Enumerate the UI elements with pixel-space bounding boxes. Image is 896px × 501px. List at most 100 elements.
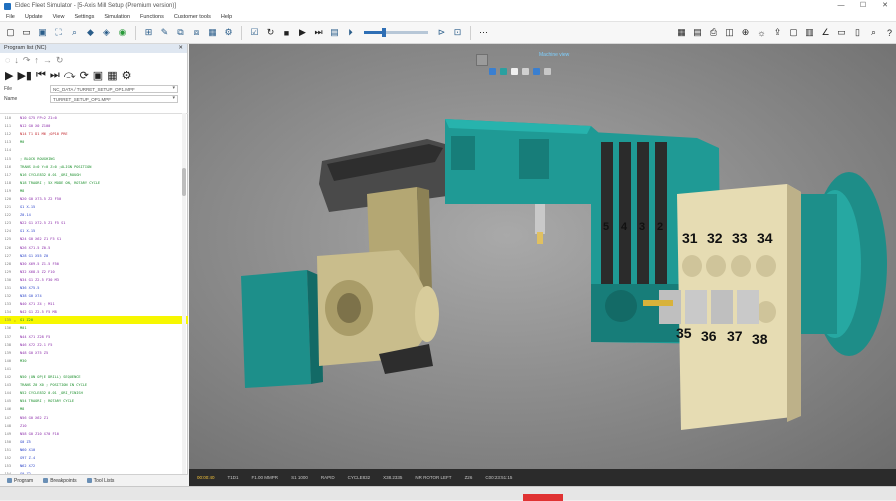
speed-slider-handle[interactable]: [382, 28, 387, 37]
code-line[interactable]: 132 N38 G0 X74: [0, 292, 188, 300]
code-line[interactable]: 151 N60 X10: [0, 446, 188, 454]
code-line[interactable]: 145 N54 TRAORI ; ROTARY CYCLE: [0, 397, 188, 405]
open-folder-icon[interactable]: ▭: [20, 26, 33, 39]
menu-settings[interactable]: Settings: [74, 14, 94, 20]
settings-icon[interactable]: ⚙: [222, 26, 235, 39]
code-line[interactable]: 134 N42 G1 Z2.5 F5 M8: [0, 308, 188, 316]
code-line[interactable]: 135 ▸ G1 Z20: [0, 316, 188, 325]
code-line[interactable]: 143 TRANS Z0 X0 ; POSITION IN CYCLE: [0, 381, 188, 389]
code-line[interactable]: 142 N50 (ON OP)E DRILL) SEQUENCE: [0, 373, 188, 381]
view-wire-icon[interactable]: [544, 68, 551, 75]
run-program-icon[interactable]: ▶: [5, 69, 13, 82]
code-line[interactable]: 115 ; BLOCK ROUGHING: [0, 154, 188, 162]
tab-program[interactable]: Program: [4, 478, 36, 484]
code-line[interactable]: 141: [0, 365, 188, 373]
file-select[interactable]: NC_DATA / TURRET_SETUP_OP1.MPF: [50, 85, 178, 93]
measure-icon[interactable]: ⊞: [142, 26, 155, 39]
code-line[interactable]: 126 N26 X71.5 Z0.5: [0, 244, 188, 252]
run-to-icon[interactable]: →: [43, 55, 52, 65]
paste-icon[interactable]: ⧈: [190, 26, 203, 39]
edit-icon[interactable]: ✎: [158, 26, 171, 39]
upload-icon[interactable]: ⇪: [771, 26, 784, 39]
nc-code-editor[interactable]: 110 N10 G75 FP=2 Z1=0 111 N12 G0 X0 Z100 112…: [0, 113, 188, 474]
code-line[interactable]: 111 N12 G0 X0 Z100: [0, 122, 188, 130]
sun-icon[interactable]: ☼: [755, 26, 768, 39]
menu-customer-tools[interactable]: Customer tools: [174, 14, 211, 20]
machine-icon[interactable]: ◆: [84, 26, 97, 39]
code-line[interactable]: 128 N30 X69.5 Z1.5 F50: [0, 260, 188, 268]
code-line[interactable]: 113 M0: [0, 138, 188, 146]
step-forward-icon[interactable]: ⏭: [312, 26, 325, 39]
code-line[interactable]: 146 M8: [0, 405, 188, 413]
code-line[interactable]: 149 N58 G0 Z10 X70 F10: [0, 430, 188, 438]
code-line[interactable]: 129 N32 X68.5 Z2 F10: [0, 268, 188, 276]
tab-breakpoints[interactable]: Breakpoints: [40, 478, 79, 484]
tool-icon[interactable]: ◈: [100, 26, 113, 39]
camera-icon[interactable]: ◫: [723, 26, 736, 39]
code-line[interactable]: 110 N10 G75 FP=2 Z1=0: [0, 114, 188, 122]
calculator-icon[interactable]: ▦: [206, 26, 219, 39]
options-icon[interactable]: ⚙: [122, 69, 132, 82]
menu-simulation[interactable]: Simulation: [104, 14, 130, 20]
code-line[interactable]: 123 N22 G1 X72.5 Z1 F5 S1: [0, 219, 188, 227]
code-line[interactable]: 117 N16 CYCLE832 0.01 _ORI_ROUGH: [0, 171, 188, 179]
code-line[interactable]: 138 N46 X72 Z2.1 F5: [0, 341, 188, 349]
code-line[interactable]: 140 M30: [0, 357, 188, 365]
close-panel-icon[interactable]: ✕: [178, 44, 183, 53]
minimize-button[interactable]: —: [830, 0, 852, 12]
code-line[interactable]: 116 TRANS X=0 Y=0 Z=0 ;ALIGN POSITION: [0, 163, 188, 171]
machine-scene[interactable]: 5 4 3 2 31 32 33 34 35 36 37 38: [189, 44, 896, 469]
search-icon[interactable]: ⌕: [867, 26, 880, 39]
code-line[interactable]: 133 N40 X71 Z4 ; M11: [0, 300, 188, 308]
close-window-button[interactable]: ✕: [874, 0, 896, 12]
view-cube-icon[interactable]: [476, 54, 488, 66]
layout-icon[interactable]: ▤: [691, 26, 704, 39]
code-line[interactable]: 148 Z10: [0, 422, 188, 430]
stop-icon[interactable]: ■: [280, 26, 293, 39]
window-icon[interactable]: ▢: [787, 26, 800, 39]
view-front-icon[interactable]: [489, 68, 496, 75]
target-icon[interactable]: ⊕: [739, 26, 752, 39]
speed-lock-icon[interactable]: ⊡: [451, 26, 464, 39]
angle-icon[interactable]: ∠: [819, 26, 832, 39]
code-line[interactable]: 120 N20 G0 X73.5 Z2 F50: [0, 195, 188, 203]
menu-help[interactable]: Help: [221, 14, 232, 20]
menu-update[interactable]: Update: [25, 14, 43, 20]
print-icon[interactable]: ⎙: [707, 26, 720, 39]
menu-view[interactable]: View: [53, 14, 65, 20]
zoom-icon[interactable]: ⌕: [68, 26, 81, 39]
code-line[interactable]: 119 M8: [0, 187, 188, 195]
goto-start-icon[interactable]: ⏮: [36, 69, 46, 82]
help-icon[interactable]: ?: [883, 26, 896, 39]
reload-icon[interactable]: ↻: [56, 55, 64, 66]
code-line[interactable]: 131 N36 X75.5: [0, 284, 188, 292]
single-block-icon[interactable]: ▤: [328, 26, 341, 39]
name-select[interactable]: TURRET_SETUP_OP1.MPF: [50, 95, 178, 103]
view-side-icon[interactable]: [500, 68, 507, 75]
code-line[interactable]: 139 N48 G0 X75 Z5: [0, 349, 188, 357]
save-icon[interactable]: ▣: [36, 26, 49, 39]
panel-icon[interactable]: ▯: [851, 26, 864, 39]
maximize-button[interactable]: ☐: [852, 0, 874, 12]
fit-view-icon[interactable]: ⛶: [52, 26, 65, 39]
step-into-icon[interactable]: ↓: [14, 55, 19, 65]
run-block-icon[interactable]: ▶▮: [17, 69, 32, 82]
code-line[interactable]: 112 N14 T1 D1 M6 ;OP10 PRE: [0, 130, 188, 138]
view-home-icon[interactable]: [533, 68, 540, 75]
tab-tool-lists[interactable]: Tool Lists: [84, 478, 118, 484]
code-line[interactable]: 136 M01: [0, 324, 188, 332]
3d-viewport[interactable]: 5 4 3 2 31 32 33 34 35 36 37 38 Machine …: [189, 44, 896, 469]
view-top-icon[interactable]: [511, 68, 518, 75]
code-line[interactable]: 144 N52 CYCLE832 0.01 _ORI_FINISH: [0, 389, 188, 397]
breakpoint-icon[interactable]: ◌: [5, 55, 10, 65]
menu-functions[interactable]: Functions: [140, 14, 164, 20]
table-icon[interactable]: ▦: [107, 69, 117, 82]
reset-icon[interactable]: ↻: [264, 26, 277, 39]
skip-icon[interactable]: ⟳: [80, 69, 89, 82]
play-icon[interactable]: ▶: [296, 26, 309, 39]
code-line[interactable]: 122 Z0.14: [0, 211, 188, 219]
chart-icon[interactable]: ▥: [803, 26, 816, 39]
goto-end-icon[interactable]: ⏭: [50, 69, 60, 82]
grid-icon[interactable]: ▦: [675, 26, 688, 39]
code-line[interactable]: 152 G97 Z-4: [0, 454, 188, 462]
